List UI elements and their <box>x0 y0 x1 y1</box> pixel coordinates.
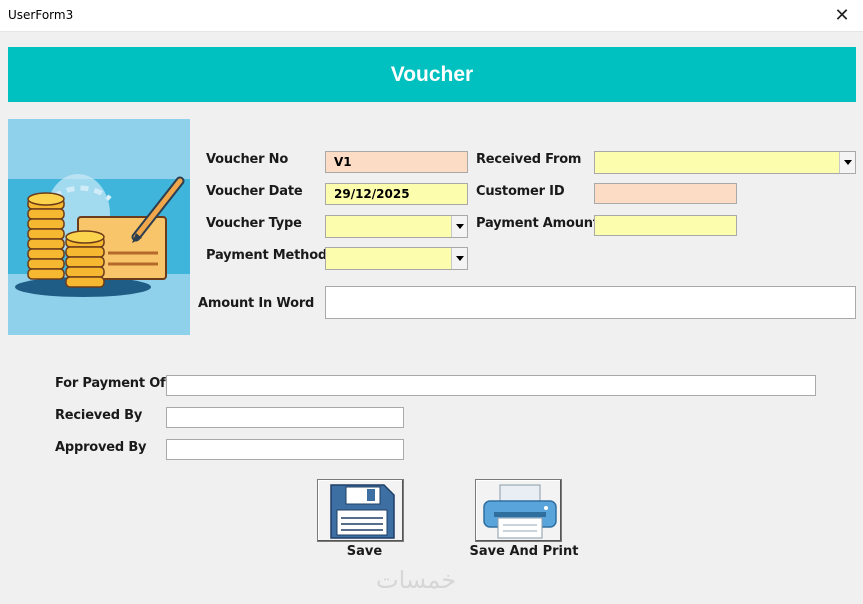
voucher-no-field[interactable]: V1 <box>325 151 468 173</box>
voucher-no-label: Voucher No <box>206 152 289 167</box>
recieved-by-field[interactable] <box>166 407 404 428</box>
floppy-disk-icon <box>330 484 395 539</box>
chevron-down-icon[interactable] <box>451 248 467 269</box>
amount-in-word-field[interactable] <box>325 286 856 319</box>
payment-method-label: Payment Method <box>206 248 328 263</box>
for-payment-of-field[interactable] <box>166 375 816 396</box>
voucher-type-combo[interactable] <box>325 215 468 238</box>
window-title-bar: UserForm3 ✕ <box>0 0 863 32</box>
form-header: Voucher <box>8 47 856 102</box>
payment-amount-label: Payment Amount <box>476 216 599 231</box>
chevron-down-icon[interactable] <box>839 152 855 173</box>
watermark-logo: خمسات <box>376 566 457 594</box>
amount-in-word-label: Amount In Word <box>198 296 315 311</box>
window-title: UserForm3 <box>8 8 74 22</box>
save-and-print-button[interactable] <box>475 479 562 542</box>
save-button-label: Save <box>346 544 383 559</box>
form-title: Voucher <box>390 62 474 86</box>
coins-cheque-pen-icon <box>8 119 190 335</box>
customer-id-field[interactable] <box>594 183 737 204</box>
received-from-label: Received From <box>476 152 582 167</box>
approved-by-field[interactable] <box>166 439 404 460</box>
printer-icon <box>483 484 557 539</box>
for-payment-of-label: For Payment Of <box>55 376 166 391</box>
voucher-date-field[interactable]: 29/12/2025 <box>325 183 468 205</box>
save-button[interactable] <box>317 479 404 542</box>
save-and-print-button-label: Save And Print <box>469 544 579 559</box>
received-from-combo[interactable] <box>594 151 856 174</box>
close-icon[interactable]: ✕ <box>821 0 863 31</box>
payment-method-combo[interactable] <box>325 247 468 270</box>
voucher-type-label: Voucher Type <box>206 216 302 231</box>
recieved-by-label: Recieved By <box>55 408 143 423</box>
voucher-date-label: Voucher Date <box>206 184 303 199</box>
approved-by-label: Approved By <box>55 440 147 455</box>
payment-amount-field[interactable] <box>594 215 737 236</box>
customer-id-label: Customer ID <box>476 184 565 199</box>
chevron-down-icon[interactable] <box>451 216 467 237</box>
